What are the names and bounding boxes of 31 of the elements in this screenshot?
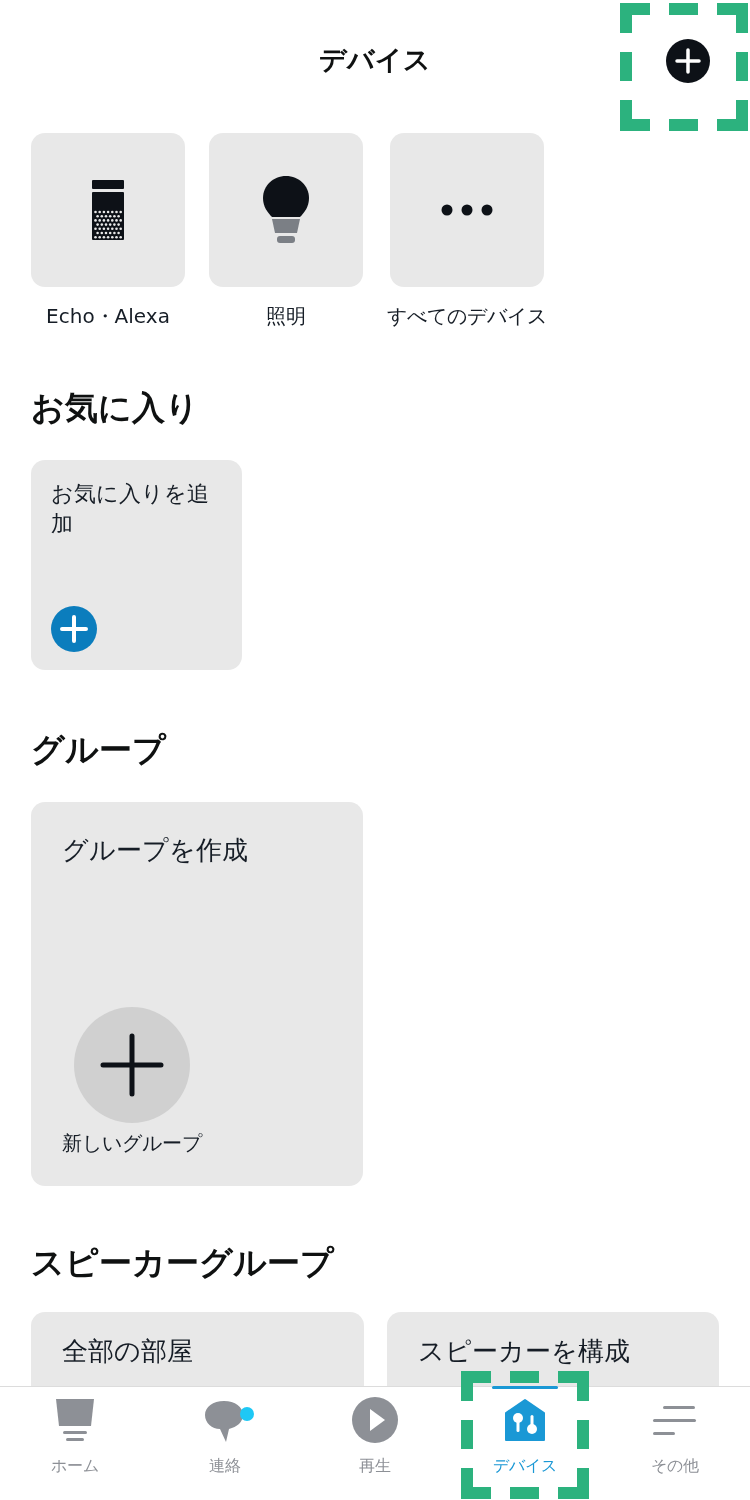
add-device-button[interactable] bbox=[666, 39, 710, 83]
ellipsis-icon bbox=[441, 204, 493, 216]
nav-tab[interactable]: デバイス bbox=[450, 1387, 600, 1500]
category-label: Echo・Alexa bbox=[46, 304, 170, 328]
play-icon bbox=[351, 1396, 399, 1444]
nav-tab[interactable]: ホーム bbox=[0, 1387, 150, 1500]
speaker-icon bbox=[92, 180, 124, 240]
lightbulb-icon bbox=[263, 176, 309, 244]
page-title: デバイス bbox=[319, 43, 431, 77]
nav-tab[interactable]: 再生 bbox=[300, 1387, 450, 1500]
new-group-label: 新しいグループ bbox=[62, 1131, 202, 1155]
speaker-group-card[interactable]: 全部の部屋 bbox=[31, 1312, 364, 1386]
section-heading: グループ bbox=[31, 730, 168, 770]
category-tile[interactable] bbox=[31, 133, 185, 287]
category-tile[interactable] bbox=[209, 133, 363, 287]
add-icon bbox=[51, 606, 97, 652]
add-favorite-label: お気に入りを追加 bbox=[51, 480, 210, 538]
selected-tab-indicator bbox=[492, 1386, 558, 1389]
add-icon bbox=[74, 1007, 190, 1123]
category-label: すべてのデバイス bbox=[387, 304, 547, 328]
new-group-button[interactable] bbox=[74, 1007, 190, 1123]
add-icon bbox=[666, 39, 710, 83]
nav-tab[interactable]: 連絡 bbox=[150, 1387, 300, 1500]
category-tile[interactable] bbox=[390, 133, 544, 287]
create-group-title: グループを作成 bbox=[62, 834, 248, 866]
category-label: 照明 bbox=[266, 304, 306, 328]
add-favorite-card[interactable]: お気に入りを追加 bbox=[31, 460, 242, 670]
nav-tab[interactable]: その他 bbox=[600, 1387, 750, 1500]
section-heading: お気に入り bbox=[31, 388, 200, 428]
section-heading: スピーカーグループ bbox=[31, 1243, 336, 1283]
speaker-group-card[interactable]: スピーカーを構成 bbox=[386, 1312, 719, 1386]
